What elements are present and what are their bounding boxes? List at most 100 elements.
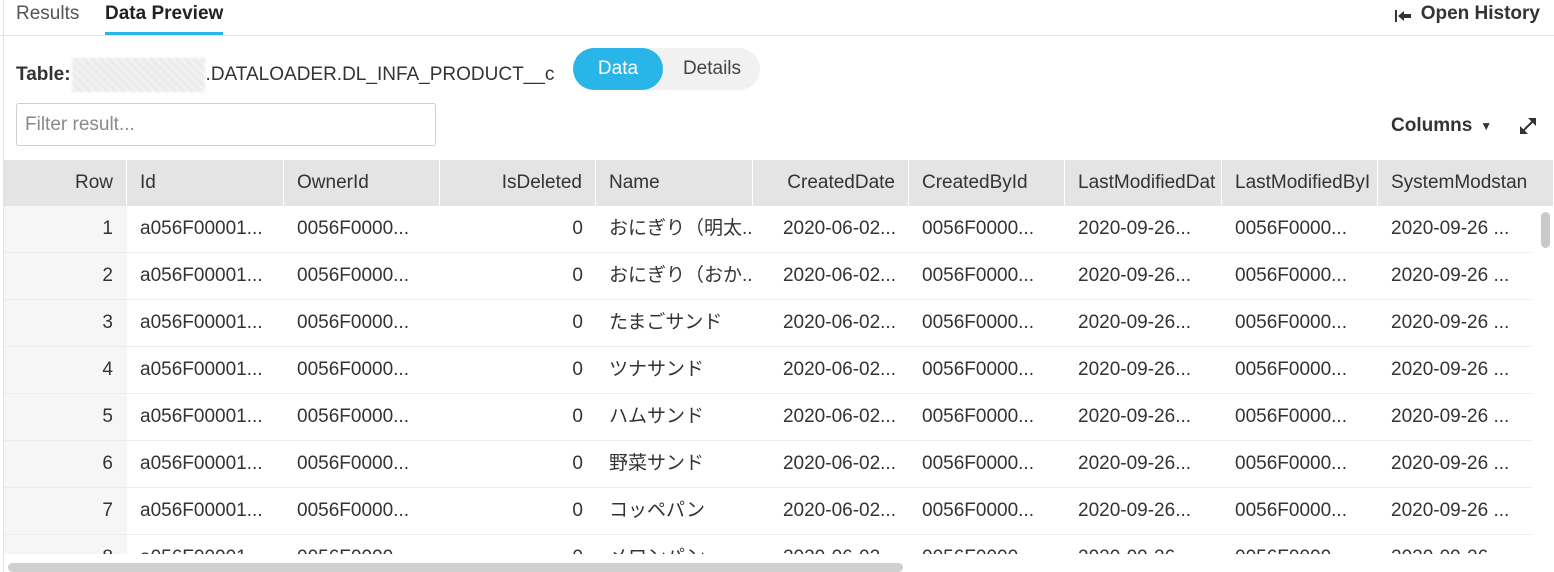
grid-header: Row Id OwnerId IsDeleted Name CreatedDate Crea…: [4, 160, 1554, 206]
filter-input[interactable]: [16, 103, 436, 146]
cell-createdbyid: 0056F0000...: [922, 406, 1034, 427]
tab-data-preview[interactable]: Data Preview: [105, 3, 224, 35]
cell-name: コッペパン: [609, 500, 705, 521]
cell-lastmodifieddate: 2020-09-26...: [1078, 406, 1192, 427]
cell-createdbyid: 0056F0000...: [922, 453, 1034, 474]
cell-createddate: 2020-06-02...: [782, 406, 896, 427]
cell-isdeleted: 0: [572, 265, 583, 286]
cell-createddate: 2020-06-02...: [782, 312, 896, 333]
cell-lastmodifiedbyid: 0056F0000...: [1235, 218, 1347, 239]
cell-id: a056F00001...: [140, 406, 263, 427]
cell-ownerid: 0056F0000...: [297, 265, 409, 286]
table-row[interactable]: 7 a056F00001... 0056F0000... 0 コッペパン 2020-06-…: [4, 488, 1531, 535]
columns-button[interactable]: Columns ▼: [1391, 115, 1492, 137]
cell-isdeleted: 0: [572, 453, 583, 474]
cell-lastmodifiedbyid: 0056F0000...: [1222, 535, 1378, 554]
column-header-lastmodifiedbyid[interactable]: LastModifiedByI: [1222, 160, 1378, 206]
data-grid: Row Id OwnerId IsDeleted Name CreatedDate Crea…: [4, 160, 1554, 554]
cell-lastmodifieddate: 2020-09-26...: [1078, 500, 1192, 521]
cell-systemmodstamp: 2020-09-26 ...: [1378, 535, 1554, 554]
cell-ownerid: 0056F0000...: [297, 218, 409, 239]
cell-createddate: 2020-06-02...: [782, 265, 896, 286]
cell-systemmodstamp: 2020-09-26 ...: [1391, 218, 1510, 239]
row-number: 3: [4, 300, 127, 346]
cell-systemmodstamp: 2020-09-26 ...: [1391, 312, 1510, 333]
table-row[interactable]: 3 a056F00001... 0056F0000... 0 たまごサンド 2020-06…: [4, 300, 1531, 347]
cell-ownerid: 0056F0000...: [297, 500, 409, 521]
tab-bar: Results Data Preview Open History: [0, 0, 1554, 36]
cell-isdeleted: 0: [440, 535, 596, 554]
columns-label: Columns: [1391, 115, 1473, 136]
cell-ownerid: 0056F0000...: [284, 535, 440, 554]
cell-createddate: 2020-06-02...: [782, 453, 896, 474]
column-header-id[interactable]: Id: [127, 160, 284, 206]
table-row[interactable]: 8a056F00001...0056F0000...0メロンパン2020-06-…: [4, 535, 1531, 554]
cell-lastmodifieddate: 2020-09-26...: [1078, 265, 1192, 286]
cell-lastmodifieddate: 2020-09-26...: [1078, 218, 1192, 239]
table-row[interactable]: 4 a056F00001... 0056F0000... 0 ツナサンド 2020-06-…: [4, 347, 1531, 394]
open-history-label: Open History: [1420, 3, 1540, 24]
arrow-left-icon: [1394, 7, 1411, 22]
cell-ownerid: 0056F0000...: [297, 453, 409, 474]
expand-icon[interactable]: [1517, 115, 1539, 137]
column-header-row[interactable]: Row: [4, 160, 127, 206]
open-history-button[interactable]: Open History: [1394, 3, 1540, 25]
cell-lastmodifiedbyid: 0056F0000...: [1235, 312, 1347, 333]
cell-name: おにぎり（明太...: [609, 218, 753, 239]
cell-name: ハムサンド: [609, 406, 705, 427]
column-header-name[interactable]: Name: [596, 160, 753, 206]
caret-down-icon: ▼: [1480, 119, 1493, 133]
cell-createdbyid: 0056F0000...: [922, 218, 1034, 239]
cell-isdeleted: 0: [572, 359, 583, 380]
table-row[interactable]: 5 a056F00001... 0056F0000... 0 ハムサンド 2020-06-…: [4, 394, 1531, 441]
cell-name: たまごサンド: [609, 312, 723, 333]
cell-name: ツナサンド: [609, 359, 705, 380]
cell-isdeleted: 0: [572, 406, 583, 427]
view-toggle: Data Details: [573, 48, 760, 90]
table-row[interactable]: 2 a056F00001... 0056F0000... 0 おにぎり（おか... 202…: [4, 253, 1531, 300]
cell-name: 野菜サンド: [609, 453, 705, 474]
table-row[interactable]: 6 a056F00001... 0056F0000... 0 野菜サンド 2020-06-…: [4, 441, 1531, 488]
row-number: 8: [4, 535, 127, 554]
column-header-ownerid[interactable]: OwnerId: [284, 160, 440, 206]
cell-createdbyid: 0056F0000...: [909, 535, 1065, 554]
row-number: 5: [4, 394, 127, 440]
cell-systemmodstamp: 2020-09-26 ...: [1391, 500, 1510, 521]
redacted-database-name: [71, 58, 205, 92]
cell-ownerid: 0056F0000...: [297, 359, 409, 380]
cell-systemmodstamp: 2020-09-26 ...: [1391, 359, 1510, 380]
cell-id: a056F00001...: [140, 500, 263, 521]
cell-name: メロンパン: [596, 535, 753, 554]
row-number: 4: [4, 347, 127, 393]
cell-createddate: 2020-06-02...: [782, 359, 896, 380]
table-name: Table: .DATALOADER.DL_INFA_PRODUCT__c: [16, 58, 554, 92]
row-number: 2: [4, 253, 127, 299]
column-header-isdeleted[interactable]: IsDeleted: [440, 160, 596, 206]
cell-lastmodifiedbyid: 0056F0000...: [1235, 265, 1347, 286]
row-number: 7: [4, 488, 127, 534]
cell-lastmodifiedbyid: 0056F0000...: [1235, 359, 1347, 380]
cell-lastmodifiedbyid: 0056F0000...: [1235, 500, 1347, 521]
column-header-createddate[interactable]: CreatedDate: [753, 160, 909, 206]
column-header-systemmodstamp[interactable]: SystemModstan: [1378, 160, 1554, 206]
data-toggle-button[interactable]: Data: [573, 48, 663, 90]
cell-systemmodstamp: 2020-09-26 ...: [1391, 265, 1510, 286]
table-name-value: .DATALOADER.DL_INFA_PRODUCT__c: [205, 64, 555, 85]
cell-createdbyid: 0056F0000...: [922, 359, 1034, 380]
cell-lastmodifiedbyid: 0056F0000...: [1235, 453, 1347, 474]
row-number: 1: [4, 206, 127, 252]
vertical-scrollbar[interactable]: [1541, 212, 1550, 248]
cell-ownerid: 0056F0000...: [297, 406, 409, 427]
column-header-lastmodifieddate[interactable]: LastModifiedDat: [1065, 160, 1222, 206]
tab-results[interactable]: Results: [16, 3, 79, 25]
cell-id: a056F00001...: [140, 218, 263, 239]
details-toggle-button[interactable]: Details: [667, 48, 757, 90]
table-row[interactable]: 1 a056F00001... 0056F0000... 0 おにぎり（明太... 202…: [4, 206, 1531, 253]
row-number: 6: [4, 441, 127, 487]
cell-id: a056F00001...: [127, 535, 284, 554]
cell-lastmodifiedbyid: 0056F0000...: [1235, 406, 1347, 427]
column-header-createdbyid[interactable]: CreatedById: [909, 160, 1065, 206]
horizontal-scrollbar[interactable]: [8, 563, 903, 572]
table-label: Table:: [16, 64, 71, 85]
cell-id: a056F00001...: [140, 359, 263, 380]
